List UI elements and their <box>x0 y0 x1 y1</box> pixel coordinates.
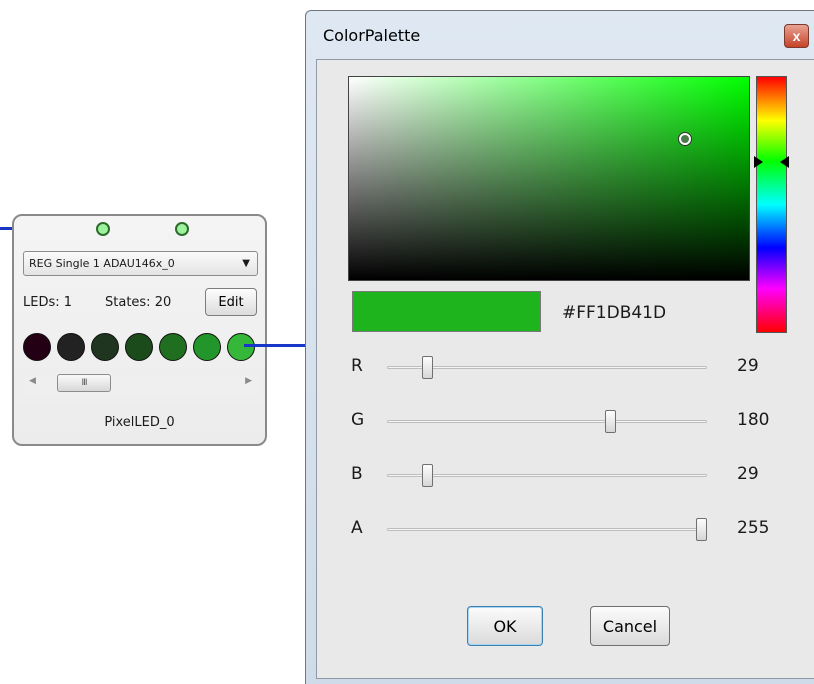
led-state-2[interactable] <box>57 333 85 361</box>
leds-count-label: LEDs: 1 <box>23 295 73 310</box>
slider-track-b[interactable] <box>387 474 707 477</box>
cancel-button[interactable]: Cancel <box>590 606 670 646</box>
saturation-value-picker[interactable] <box>348 76 750 281</box>
module-select-value: REG Single 1 ADAU146x_0 <box>29 257 175 270</box>
channel-label-g: G <box>351 410 365 430</box>
led-state-6[interactable] <box>193 333 221 361</box>
channel-value-r: 29 <box>737 356 759 376</box>
led-state-1[interactable] <box>23 333 51 361</box>
close-button[interactable]: x <box>784 24 809 48</box>
states-count-label: States: 20 <box>105 295 172 310</box>
led-state-3[interactable] <box>91 333 119 361</box>
title-bar[interactable]: ColorPalette x <box>306 11 814 61</box>
slider-track-a[interactable] <box>387 528 707 531</box>
slider-thumb-r[interactable] <box>422 356 434 379</box>
color-picker-handle[interactable] <box>679 133 691 145</box>
slider-track-r[interactable] <box>387 366 707 369</box>
hue-slider[interactable] <box>756 76 787 333</box>
state-scrollbar[interactable]: ◀ III ▶ <box>23 373 258 395</box>
module-select-dropdown[interactable]: REG Single 1 ADAU146x_0 ▼ <box>23 251 258 276</box>
dropdown-arrow-icon: ▼ <box>242 258 250 269</box>
dialog-body: #FF1DB41D OK Cancel R 29 G 180 B 29 A 255 <box>316 59 814 679</box>
input-pin-2[interactable] <box>175 222 189 236</box>
hue-marker-right-icon[interactable] <box>780 156 789 168</box>
scroll-right-icon[interactable]: ▶ <box>245 376 252 386</box>
led-state-5[interactable] <box>159 333 187 361</box>
channel-label-b: B <box>351 464 363 484</box>
close-icon: x <box>792 27 801 44</box>
hue-marker-left-icon[interactable] <box>754 156 763 168</box>
slider-thumb-a[interactable] <box>696 518 707 541</box>
channel-value-g: 180 <box>737 410 770 430</box>
pixel-led-block[interactable]: REG Single 1 ADAU146x_0 ▼ LEDs: 1 States… <box>12 214 267 446</box>
color-palette-window: ColorPalette x #FF1DB41D OK Cancel R 29 G 1… <box>305 10 814 684</box>
slider-thumb-b[interactable] <box>422 464 434 487</box>
channel-label-a: A <box>351 518 363 538</box>
ok-button[interactable]: OK <box>467 606 543 646</box>
window-title: ColorPalette <box>323 26 421 45</box>
input-pin-1[interactable] <box>96 222 110 236</box>
edit-button[interactable]: Edit <box>205 288 257 316</box>
channel-label-r: R <box>351 356 363 376</box>
slider-thumb-g[interactable] <box>605 410 617 433</box>
hex-color-value: #FF1DB41D <box>562 303 667 323</box>
led-state-7[interactable] <box>227 333 255 361</box>
channel-value-b: 29 <box>737 464 759 484</box>
block-name-label: PixelLED_0 <box>104 415 175 430</box>
scroll-left-icon[interactable]: ◀ <box>29 376 36 386</box>
scroll-thumb[interactable]: III <box>57 374 111 392</box>
slider-track-g[interactable] <box>387 420 707 423</box>
color-preview-swatch <box>352 291 541 332</box>
led-state-4[interactable] <box>125 333 153 361</box>
channel-value-a: 255 <box>737 518 770 538</box>
